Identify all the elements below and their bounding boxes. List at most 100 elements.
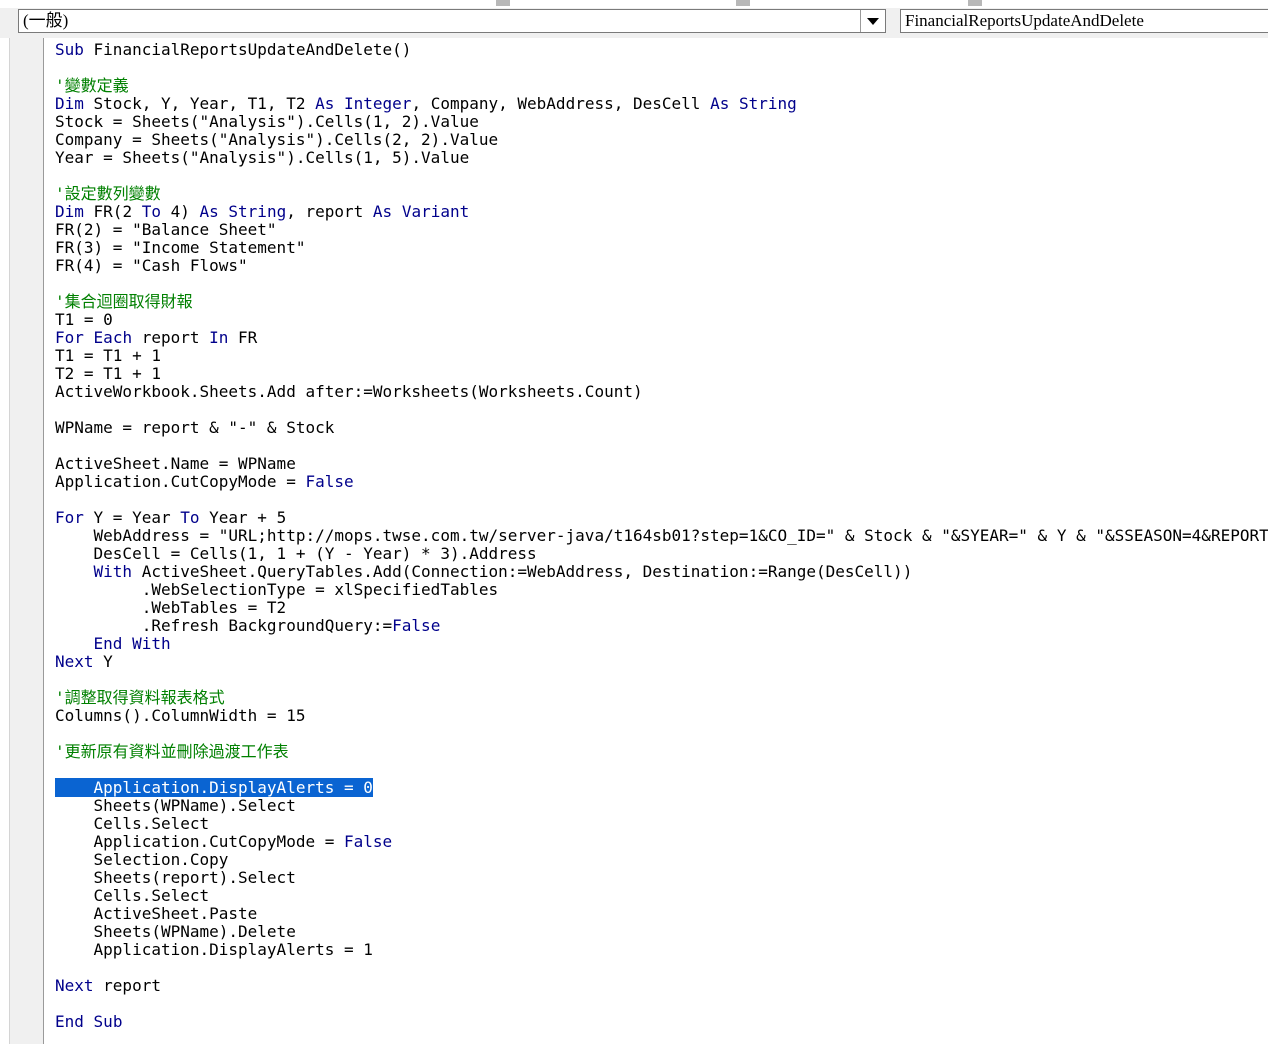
code-line[interactable]: Next Y: [55, 653, 1268, 671]
splitter-handle[interactable]: [496, 0, 510, 6]
splitter-handle[interactable]: [968, 0, 982, 6]
code-line[interactable]: FR(3) = "Income Statement": [55, 239, 1268, 257]
code-editor[interactable]: Sub FinancialReportsUpdateAndDelete() '變…: [55, 41, 1268, 1031]
code-line[interactable]: [55, 995, 1268, 1013]
code-token: Cells.Select: [55, 814, 210, 833]
code-line[interactable]: Application.DisplayAlerts = 1: [55, 941, 1268, 959]
keyword-token: To: [141, 202, 161, 221]
code-line[interactable]: '集合迴圈取得財報: [55, 293, 1268, 311]
code-line[interactable]: [55, 491, 1268, 509]
code-line[interactable]: Cells.Select: [55, 815, 1268, 833]
object-combobox-dropdown-button[interactable]: [860, 10, 885, 32]
code-line[interactable]: Year = Sheets("Analysis").Cells(1, 5).Va…: [55, 149, 1268, 167]
procedure-combobox[interactable]: FinancialReportsUpdateAndDelete: [900, 9, 1268, 33]
keyword-token: To: [180, 508, 200, 527]
code-token: Sheets(WPName).Select: [55, 796, 296, 815]
code-line[interactable]: '調整取得資料報表格式: [55, 689, 1268, 707]
code-token: Year = Sheets("Analysis").Cells(1, 5).Va…: [55, 148, 470, 167]
code-line[interactable]: End With: [55, 635, 1268, 653]
code-line[interactable]: [55, 761, 1268, 779]
keyword-token: Dim: [55, 94, 84, 113]
comment-token: '調整取得資料報表格式: [55, 688, 225, 707]
code-token: , Company, WebAddress, DesCell: [411, 94, 711, 113]
code-line[interactable]: [55, 437, 1268, 455]
code-token: FR(4) = "Cash Flows": [55, 256, 248, 275]
top-strip: [0, 0, 1268, 8]
code-line[interactable]: Sheets(WPName).Delete: [55, 923, 1268, 941]
code-line[interactable]: Dim FR(2 To 4) As String, report As Vari…: [55, 203, 1268, 221]
code-line[interactable]: ActiveWorkbook.Sheets.Add after:=Workshe…: [55, 383, 1268, 401]
code-line[interactable]: [55, 59, 1268, 77]
code-line[interactable]: .Refresh BackgroundQuery:=False: [55, 617, 1268, 635]
code-line[interactable]: '設定數列變數: [55, 185, 1268, 203]
code-line[interactable]: Next report: [55, 977, 1268, 995]
code-token: Sheets(WPName).Delete: [55, 922, 296, 941]
code-token: T2 = T1 + 1: [55, 364, 161, 383]
code-line[interactable]: ActiveSheet.Paste: [55, 905, 1268, 923]
code-line[interactable]: [55, 671, 1268, 689]
keyword-token: Sub: [55, 40, 84, 59]
object-combobox[interactable]: (一般): [18, 9, 886, 33]
code-line[interactable]: T1 = 0: [55, 311, 1268, 329]
keyword-token: As: [315, 94, 335, 113]
code-line[interactable]: [55, 275, 1268, 293]
comment-token: '集合迴圈取得財報: [55, 292, 193, 311]
keyword-token: String: [738, 94, 797, 113]
code-line[interactable]: [55, 725, 1268, 743]
keyword-token: String: [228, 202, 287, 221]
comment-token: '設定數列變數: [55, 184, 161, 203]
keyword-token: Dim: [55, 202, 84, 221]
code-line[interactable]: Application.CutCopyMode = False: [55, 473, 1268, 491]
code-line[interactable]: FR(4) = "Cash Flows": [55, 257, 1268, 275]
code-line[interactable]: Sub FinancialReportsUpdateAndDelete(): [55, 41, 1268, 59]
splitter-handle[interactable]: [736, 0, 750, 6]
code-line[interactable]: For Each report In FR: [55, 329, 1268, 347]
code-line[interactable]: WPName = report & "-" & Stock: [55, 419, 1268, 437]
code-line[interactable]: Cells.Select: [55, 887, 1268, 905]
code-line[interactable]: Columns().ColumnWidth = 15: [55, 707, 1268, 725]
code-line[interactable]: T2 = T1 + 1: [55, 365, 1268, 383]
keyword-token: For: [55, 508, 84, 527]
keyword-token: End: [93, 634, 123, 653]
keyword-token: As: [710, 94, 730, 113]
code-line[interactable]: DesCell = Cells(1, 1 + (Y - Year) * 3).A…: [55, 545, 1268, 563]
code-line[interactable]: Selection.Copy: [55, 851, 1268, 869]
code-line[interactable]: '變數定義: [55, 77, 1268, 95]
code-line[interactable]: FR(2) = "Balance Sheet": [55, 221, 1268, 239]
code-token: T1 = T1 + 1: [55, 346, 161, 365]
code-token: , report: [286, 202, 373, 221]
window-left-edge: [0, 38, 10, 1044]
code-line[interactable]: For Y = Year To Year + 5: [55, 509, 1268, 527]
object-combobox-value: (一般): [23, 11, 69, 30]
code-line[interactable]: [55, 401, 1268, 419]
code-line[interactable]: Sheets(report).Select: [55, 869, 1268, 887]
code-line[interactable]: Stock = Sheets("Analysis").Cells(1, 2).V…: [55, 113, 1268, 131]
keyword-token: With: [93, 562, 133, 581]
code-token: FR: [228, 328, 258, 347]
code-token: .WebTables = T2: [55, 598, 287, 617]
code-line[interactable]: [55, 959, 1268, 977]
code-line[interactable]: Sheets(WPName).Select: [55, 797, 1268, 815]
code-token: report: [93, 976, 161, 995]
code-line[interactable]: Company = Sheets("Analysis").Cells(2, 2)…: [55, 131, 1268, 149]
code-window-header: (一般) FinancialReportsUpdateAndDelete: [0, 8, 1268, 38]
code-line[interactable]: '更新原有資料並刪除過渡工作表: [55, 743, 1268, 761]
code-line[interactable]: With ActiveSheet.QueryTables.Add(Connect…: [55, 563, 1268, 581]
code-token: .Refresh BackgroundQuery:=: [55, 616, 393, 635]
code-line[interactable]: Application.CutCopyMode = False: [55, 833, 1268, 851]
code-line[interactable]: [55, 167, 1268, 185]
code-line[interactable]: T1 = T1 + 1: [55, 347, 1268, 365]
code-line[interactable]: .WebTables = T2: [55, 599, 1268, 617]
code-line[interactable]: End Sub: [55, 1013, 1268, 1031]
code-line[interactable]: .WebSelectionType = xlSpecifiedTables: [55, 581, 1268, 599]
code-line[interactable]: WebAddress = "URL;http://mops.twse.com.t…: [55, 527, 1268, 545]
code-line[interactable]: Application.DisplayAlerts = 0: [55, 778, 1268, 797]
comment-token: '變數定義: [55, 76, 129, 95]
code-line[interactable]: ActiveSheet.Name = WPName: [55, 455, 1268, 473]
margin-indicator-bar[interactable]: [10, 38, 44, 1044]
code-line[interactable]: Dim Stock, Y, Year, T1, T2 As Integer, C…: [55, 95, 1268, 113]
